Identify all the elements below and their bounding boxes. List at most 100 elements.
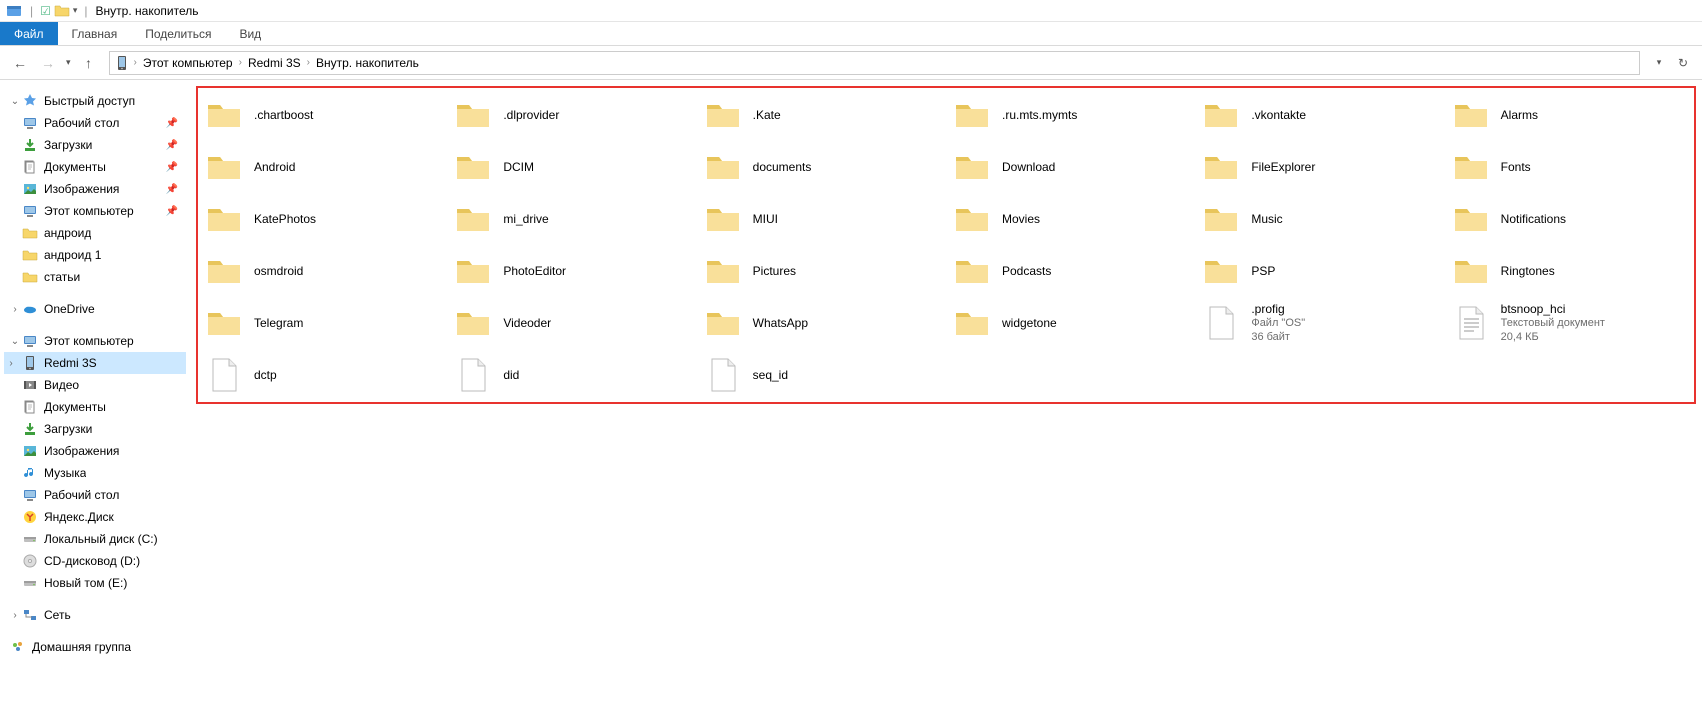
folder-item[interactable]: .vkontakte	[1197, 92, 1442, 138]
item-name: Fonts	[1501, 160, 1531, 175]
folder-item[interactable]: Notifications	[1447, 196, 1692, 242]
folder-icon	[453, 251, 493, 291]
breadcrumb-this-pc[interactable]: Этот компьютер	[141, 56, 235, 70]
breadcrumb-storage[interactable]: Внутр. накопитель	[314, 56, 421, 70]
tab-home[interactable]: Главная	[58, 22, 132, 45]
qat-checkbox-icon[interactable]: ☑	[40, 4, 51, 18]
forward-button[interactable]: →	[36, 51, 60, 75]
sidebar-item-label: Видео	[44, 378, 79, 392]
refresh-button[interactable]: ↻	[1672, 52, 1694, 74]
folder-item[interactable]: Download	[948, 144, 1193, 190]
file-icon	[1451, 303, 1491, 343]
file-item[interactable]: did	[449, 352, 694, 398]
item-name: Notifications	[1501, 212, 1566, 227]
folder-item[interactable]: Pictures	[699, 248, 944, 294]
folder-item[interactable]: osmdroid	[200, 248, 445, 294]
folder-item[interactable]: Telegram	[200, 300, 445, 346]
history-dropdown[interactable]: ▾	[64, 57, 73, 68]
sidebar-item[interactable]: Изображения	[4, 440, 186, 462]
sidebar-item[interactable]: Рабочий стол	[4, 484, 186, 506]
sidebar-item[interactable]: Рабочий стол📌	[4, 112, 186, 134]
address-bar[interactable]: › Этот компьютер › Redmi 3S › Внутр. нак…	[109, 51, 1640, 75]
file-item[interactable]: btsnoop_hciТекстовый документ20,4 КБ	[1447, 300, 1692, 346]
navigation-pane[interactable]: ⌄ Быстрый доступ Рабочий стол📌Загрузки📌Д…	[0, 80, 190, 728]
expand-icon[interactable]: ⌄	[10, 336, 20, 347]
folder-item[interactable]: FileExplorer	[1197, 144, 1442, 190]
up-button[interactable]: ↑	[77, 51, 101, 75]
address-dropdown[interactable]: ▾	[1648, 52, 1670, 74]
folder-item[interactable]: widgetone	[948, 300, 1193, 346]
sidebar-item[interactable]: Музыка	[4, 462, 186, 484]
folder-item[interactable]: mi_drive	[449, 196, 694, 242]
expand-icon[interactable]: ⌄	[10, 96, 20, 107]
chevron-right-icon[interactable]: ›	[239, 57, 242, 68]
chevron-right-icon[interactable]: ›	[134, 57, 137, 68]
sidebar-item[interactable]: Изображения📌	[4, 178, 186, 200]
folder-icon	[952, 251, 992, 291]
drive-icon	[22, 531, 38, 547]
folder-item[interactable]: Music	[1197, 196, 1442, 242]
sidebar-item-label: андроид	[44, 226, 91, 240]
folder-item[interactable]: .ru.mts.mymts	[948, 92, 1193, 138]
sidebar-item[interactable]: статьи	[4, 266, 186, 288]
sidebar-item[interactable]: Загрузки📌	[4, 134, 186, 156]
expand-icon[interactable]: ›	[10, 304, 20, 315]
sidebar-item[interactable]: ›Redmi 3S	[4, 352, 186, 374]
sidebar-item[interactable]: Новый том (E:)	[4, 572, 186, 594]
tab-view[interactable]: Вид	[225, 22, 275, 45]
nav-quick-access[interactable]: ⌄ Быстрый доступ	[4, 90, 186, 112]
folder-icon	[204, 303, 244, 343]
folder-icon	[204, 199, 244, 239]
folder-item[interactable]: documents	[699, 144, 944, 190]
breadcrumb-device[interactable]: Redmi 3S	[246, 56, 303, 70]
file-item[interactable]: dctp	[200, 352, 445, 398]
tab-share[interactable]: Поделиться	[131, 22, 225, 45]
back-button[interactable]: ←	[8, 51, 32, 75]
nav-homegroup[interactable]: Домашняя группа	[4, 636, 186, 658]
sidebar-item[interactable]: Документы📌	[4, 156, 186, 178]
folder-item[interactable]: MIUI	[699, 196, 944, 242]
sidebar-item[interactable]: Яндекс.Диск	[4, 506, 186, 528]
sidebar-item[interactable]: андроид 1	[4, 244, 186, 266]
file-item[interactable]: seq_id	[699, 352, 944, 398]
folder-icon	[204, 95, 244, 135]
folder-item[interactable]: Android	[200, 144, 445, 190]
folder-item[interactable]: PhotoEditor	[449, 248, 694, 294]
folder-item[interactable]: Videoder	[449, 300, 694, 346]
folder-item[interactable]: .Kate	[699, 92, 944, 138]
folder-item[interactable]: Alarms	[1447, 92, 1692, 138]
sidebar-item[interactable]: Видео	[4, 374, 186, 396]
item-name: WhatsApp	[753, 316, 808, 331]
nav-network[interactable]: › Сеть	[4, 604, 186, 626]
folder-item[interactable]: Ringtones	[1447, 248, 1692, 294]
sidebar-item[interactable]: CD-дисковод (D:)	[4, 550, 186, 572]
sidebar-item[interactable]: Документы	[4, 396, 186, 418]
folder-item[interactable]: WhatsApp	[699, 300, 944, 346]
qat-dropdown-icon[interactable]: ▾	[73, 5, 78, 16]
folder-item[interactable]: Movies	[948, 196, 1193, 242]
pin-icon: 📌	[166, 184, 178, 195]
item-name: PSP	[1251, 264, 1275, 279]
folder-item[interactable]: .dlprovider	[449, 92, 694, 138]
sidebar-item[interactable]: андроид	[4, 222, 186, 244]
sidebar-item-label: CD-дисковод (D:)	[44, 554, 140, 568]
folder-item[interactable]: Podcasts	[948, 248, 1193, 294]
file-item[interactable]: .profigФайл "OS"36 байт	[1197, 300, 1442, 346]
tab-file[interactable]: Файл	[0, 22, 58, 45]
chevron-right-icon[interactable]: ›	[307, 57, 310, 68]
sidebar-item[interactable]: Загрузки	[4, 418, 186, 440]
folder-item[interactable]: PSP	[1197, 248, 1442, 294]
content-pane[interactable]: .chartboost.dlprovider.Kate.ru.mts.mymts…	[190, 80, 1702, 728]
sidebar-item[interactable]: Этот компьютер📌	[4, 200, 186, 222]
qat-folder-icon[interactable]	[54, 3, 70, 19]
folder-item[interactable]: Fonts	[1447, 144, 1692, 190]
nav-this-pc[interactable]: ⌄ Этот компьютер	[4, 330, 186, 352]
folder-item[interactable]: KatePhotos	[200, 196, 445, 242]
folder-item[interactable]: .chartboost	[200, 92, 445, 138]
folder-item[interactable]: DCIM	[449, 144, 694, 190]
sidebar-item[interactable]: Локальный диск (C:)	[4, 528, 186, 550]
expand-icon[interactable]: ›	[10, 610, 20, 621]
item-size: 36 байт	[1251, 331, 1305, 345]
nav-onedrive[interactable]: › OneDrive	[4, 298, 186, 320]
expand-icon[interactable]: ›	[6, 358, 16, 369]
